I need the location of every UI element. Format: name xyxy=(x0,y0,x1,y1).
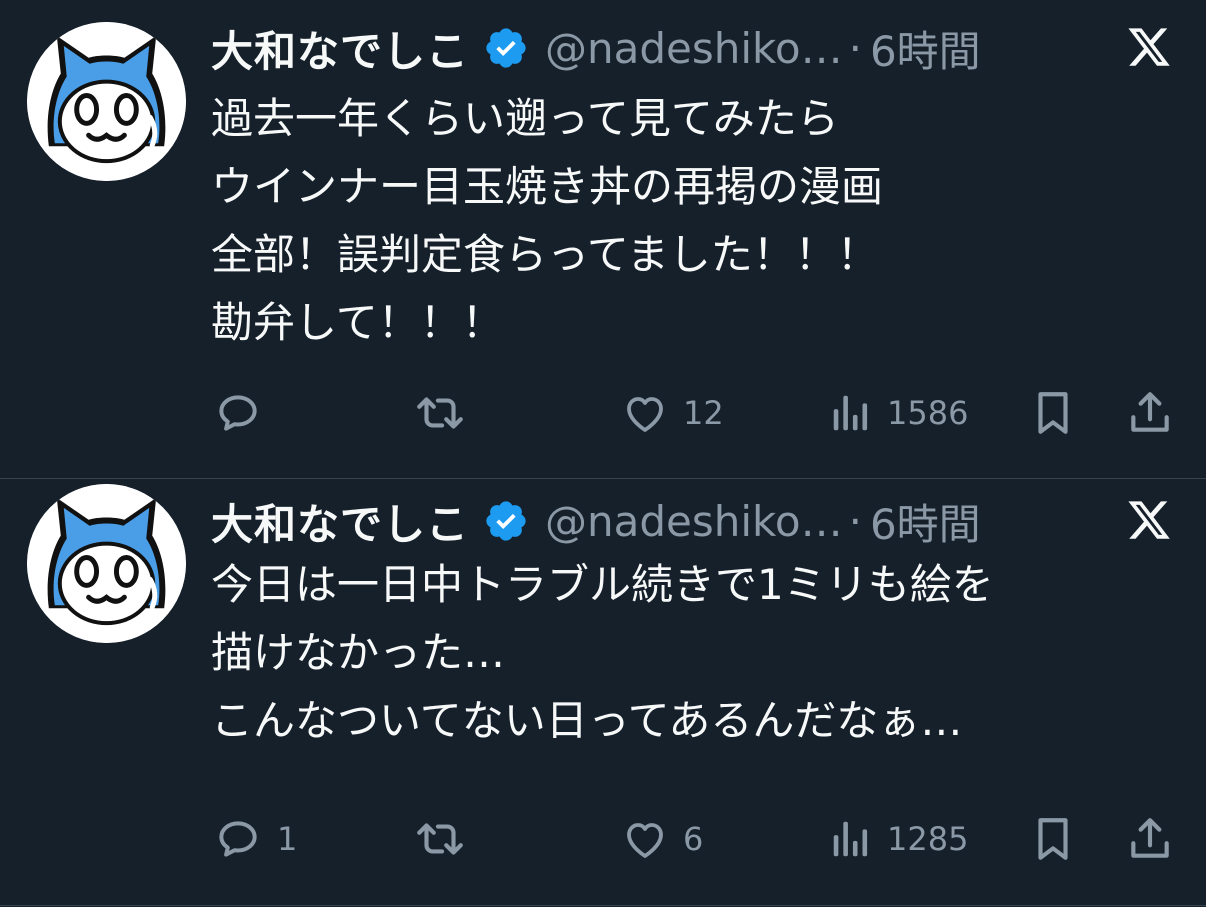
timestamp[interactable]: 6時間 xyxy=(870,18,981,79)
tweet-text-line: 全部！誤判定食らってました！！！ xyxy=(211,230,879,279)
retweet-button[interactable] xyxy=(413,383,481,443)
verified-badge-icon xyxy=(483,25,529,71)
views-count: 1285 xyxy=(887,820,969,858)
views-bar-chart-icon xyxy=(833,821,868,857)
bookmark-icon xyxy=(1038,392,1068,434)
bookmark-button[interactable] xyxy=(1030,383,1076,443)
retweet-icon xyxy=(417,823,463,855)
handle[interactable]: @nadeshiko… xyxy=(545,24,843,73)
heart-icon xyxy=(627,397,663,432)
tweet[interactable]: 大和なでしこ @nadeshiko… · 6時間 今日は一日中トラブル続きで1ミ… xyxy=(0,479,1206,906)
tweet-text: 過去一年くらい遡って見てみたら ウインナー目玉焼き丼の再掲の漫画 全部！誤判定食… xyxy=(211,85,1171,357)
like-button[interactable]: 6 xyxy=(621,809,703,869)
display-name[interactable]: 大和なでしこ xyxy=(211,18,469,79)
tweet-text-line: こんなついてない日ってあるんだなぁ… xyxy=(211,696,963,745)
x-logo-icon xyxy=(1124,497,1174,543)
share-icon xyxy=(1131,392,1169,432)
tweet-actions: 12 1586 xyxy=(0,383,1206,443)
handle[interactable]: @nadeshiko… xyxy=(545,497,843,546)
avatar[interactable] xyxy=(27,22,186,181)
timeline: 大和なでしこ @nadeshiko… · 6時間 過去一年くらい遡って見てみたら… xyxy=(0,0,1206,906)
x-logo-icon xyxy=(1124,24,1174,70)
tweet-text-line: 過去一年くらい遡って見てみたら xyxy=(211,94,839,143)
share-button[interactable] xyxy=(1127,383,1173,443)
reply-icon xyxy=(219,821,257,857)
like-count: 6 xyxy=(683,820,704,858)
views-count: 1586 xyxy=(887,394,969,432)
like-count: 12 xyxy=(683,394,724,432)
tweet-header: 大和なでしこ @nadeshiko… · 6時間 xyxy=(211,18,1171,78)
display-name[interactable]: 大和なでしこ xyxy=(211,491,469,552)
tweet[interactable]: 大和なでしこ @nadeshiko… · 6時間 過去一年くらい遡って見てみたら… xyxy=(0,0,1206,479)
share-button[interactable] xyxy=(1127,809,1173,869)
heart-icon xyxy=(627,823,663,858)
tweet-text-line: ウインナー目玉焼き丼の再掲の漫画 xyxy=(211,162,884,211)
reply-count: 1 xyxy=(277,820,298,858)
views-button[interactable]: 1586 xyxy=(829,383,968,443)
reply-button[interactable] xyxy=(213,383,277,443)
separator-dot: · xyxy=(848,496,862,546)
tweet-text: 今日は一日中トラブル続きで1ミリも絵を 描けなかった… こんなついてない日ってあ… xyxy=(211,551,1171,755)
tweet-text-line: 今日は一日中トラブル続きで1ミリも絵を xyxy=(211,560,994,609)
views-button[interactable]: 1285 xyxy=(829,809,968,869)
views-bar-chart-icon xyxy=(833,395,868,431)
verified-badge-icon xyxy=(483,498,529,544)
timestamp[interactable]: 6時間 xyxy=(870,491,981,552)
reply-button[interactable]: 1 xyxy=(213,809,297,869)
retweet-button[interactable] xyxy=(413,809,481,869)
avatar[interactable] xyxy=(27,484,186,643)
retweet-icon xyxy=(417,397,463,429)
bookmark-button[interactable] xyxy=(1030,809,1076,869)
tweet-header: 大和なでしこ @nadeshiko… · 6時間 xyxy=(211,491,1171,551)
cat-mascot-image xyxy=(27,484,186,643)
cat-mascot-image xyxy=(27,22,186,181)
bookmark-icon xyxy=(1038,818,1068,860)
separator-dot: · xyxy=(848,23,862,73)
tweet-text-line: 描けなかった… xyxy=(211,628,506,677)
like-button[interactable]: 12 xyxy=(621,383,724,443)
share-icon xyxy=(1131,818,1169,858)
tweet-actions: 1 6 1285 xyxy=(0,809,1206,869)
reply-icon xyxy=(219,395,257,431)
tweet-text-line: 勘弁して！！！ xyxy=(211,298,504,347)
